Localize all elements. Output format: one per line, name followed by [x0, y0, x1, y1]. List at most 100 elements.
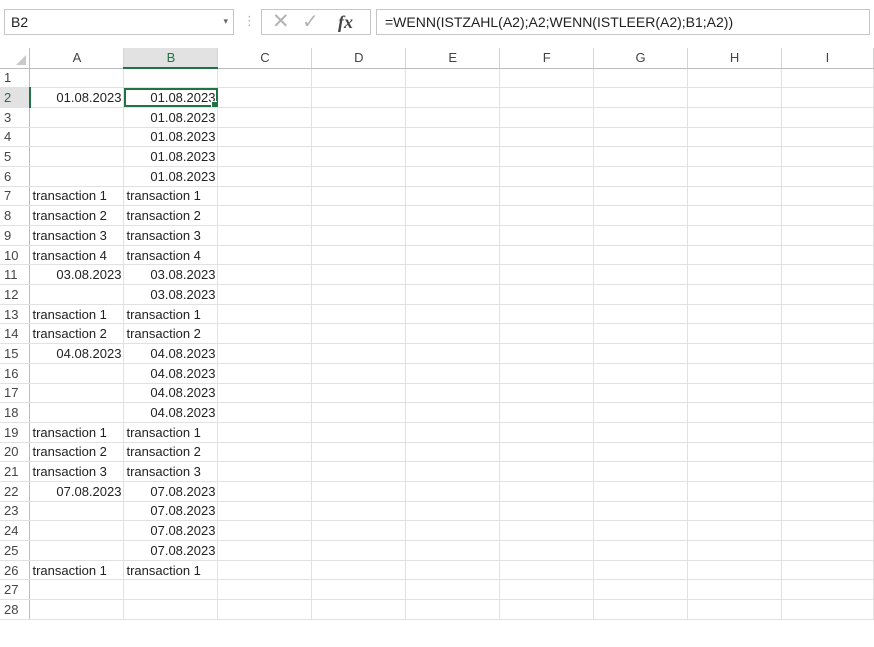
cell-c16[interactable] — [217, 363, 313, 384]
cell-g2[interactable] — [593, 87, 689, 108]
cell-d9[interactable] — [311, 225, 407, 246]
cell-d4[interactable] — [311, 127, 407, 148]
cell-e16[interactable] — [405, 363, 501, 384]
cell-e21[interactable] — [405, 461, 501, 482]
cell-g16[interactable] — [593, 363, 689, 384]
cell-d22[interactable] — [311, 481, 407, 502]
cell-g23[interactable] — [593, 501, 689, 522]
cell-b10[interactable]: transaction 4 — [123, 245, 219, 266]
row-header-1[interactable]: 1 — [0, 68, 31, 89]
cell-h26[interactable] — [687, 560, 782, 581]
cell-a22[interactable]: 07.08.2023 — [29, 481, 125, 502]
cell-g14[interactable] — [593, 323, 689, 345]
cell-g4[interactable] — [593, 127, 689, 148]
cell-h23[interactable] — [687, 501, 782, 522]
cell-b9[interactable]: transaction 3 — [123, 225, 219, 246]
cell-f28[interactable] — [499, 599, 595, 620]
cell-e12[interactable] — [405, 284, 501, 305]
cell-c9[interactable] — [217, 225, 313, 246]
cell-e19[interactable] — [405, 422, 501, 443]
cell-i1[interactable] — [781, 68, 874, 89]
cell-f17[interactable] — [499, 383, 595, 404]
cell-i25[interactable] — [781, 540, 874, 561]
cell-h11[interactable] — [687, 264, 782, 286]
cell-i21[interactable] — [781, 461, 874, 482]
cell-i17[interactable] — [781, 383, 874, 404]
cell-b28[interactable] — [123, 599, 219, 620]
cell-e14[interactable] — [405, 323, 501, 345]
cell-h21[interactable] — [687, 461, 782, 482]
cell-i20[interactable] — [781, 442, 874, 463]
cell-e4[interactable] — [405, 127, 501, 148]
cell-f7[interactable] — [499, 186, 595, 207]
cell-h6[interactable] — [687, 166, 782, 187]
cell-h20[interactable] — [687, 442, 782, 463]
cell-f16[interactable] — [499, 363, 595, 384]
cell-f18[interactable] — [499, 402, 595, 423]
row-header-11[interactable]: 11 — [0, 264, 31, 286]
cell-a24[interactable] — [29, 520, 125, 541]
cell-i14[interactable] — [781, 323, 874, 345]
cell-f9[interactable] — [499, 225, 595, 246]
cell-i22[interactable] — [781, 481, 874, 502]
cell-a2[interactable]: 01.08.2023 — [29, 87, 125, 108]
cell-d17[interactable] — [311, 383, 407, 404]
cell-g12[interactable] — [593, 284, 689, 305]
row-header-5[interactable]: 5 — [0, 146, 31, 167]
cell-d28[interactable] — [311, 599, 407, 620]
cell-i7[interactable] — [781, 186, 874, 207]
cell-h4[interactable] — [687, 127, 782, 148]
cell-i3[interactable] — [781, 107, 874, 128]
cell-h2[interactable] — [687, 87, 782, 108]
cell-c10[interactable] — [217, 245, 313, 266]
cell-d12[interactable] — [311, 284, 407, 305]
row-header-18[interactable]: 18 — [0, 402, 31, 423]
cell-i2[interactable] — [781, 87, 874, 108]
column-header-i[interactable]: I — [781, 48, 874, 69]
cell-d10[interactable] — [311, 245, 407, 266]
cell-d18[interactable] — [311, 402, 407, 423]
cell-b4[interactable]: 01.08.2023 — [123, 127, 219, 148]
cell-e25[interactable] — [405, 540, 501, 561]
cell-e8[interactable] — [405, 205, 501, 226]
cell-c6[interactable] — [217, 166, 313, 187]
cell-e6[interactable] — [405, 166, 501, 187]
cell-d7[interactable] — [311, 186, 407, 207]
cell-f4[interactable] — [499, 127, 595, 148]
cell-f1[interactable] — [499, 68, 595, 89]
cell-a14[interactable]: transaction 2 — [29, 323, 125, 345]
cell-b5[interactable]: 01.08.2023 — [123, 146, 219, 167]
cell-h9[interactable] — [687, 225, 782, 246]
cell-e26[interactable] — [405, 560, 501, 581]
row-header-22[interactable]: 22 — [0, 481, 31, 502]
cell-e9[interactable] — [405, 225, 501, 246]
cell-a9[interactable]: transaction 3 — [29, 225, 125, 246]
cell-b23[interactable]: 07.08.2023 — [123, 501, 219, 522]
cell-g22[interactable] — [593, 481, 689, 502]
cell-i15[interactable] — [781, 343, 874, 364]
cell-g24[interactable] — [593, 520, 689, 541]
cell-i23[interactable] — [781, 501, 874, 522]
cell-f23[interactable] — [499, 501, 595, 522]
cell-d1[interactable] — [311, 68, 407, 89]
row-header-26[interactable]: 26 — [0, 560, 31, 581]
row-header-8[interactable]: 8 — [0, 205, 31, 226]
cell-d14[interactable] — [311, 323, 407, 345]
cell-f24[interactable] — [499, 520, 595, 541]
cell-b24[interactable]: 07.08.2023 — [123, 520, 219, 541]
cell-i5[interactable] — [781, 146, 874, 167]
cell-f10[interactable] — [499, 245, 595, 266]
cell-e7[interactable] — [405, 186, 501, 207]
grip-icon[interactable]: ⋮ — [243, 13, 256, 29]
cell-h18[interactable] — [687, 402, 782, 423]
cell-e2[interactable] — [405, 87, 501, 108]
cell-h15[interactable] — [687, 343, 782, 364]
cell-h19[interactable] — [687, 422, 782, 443]
cell-e5[interactable] — [405, 146, 501, 167]
cell-g9[interactable] — [593, 225, 689, 246]
cell-c27[interactable] — [217, 579, 313, 601]
cell-e28[interactable] — [405, 599, 501, 620]
cell-g10[interactable] — [593, 245, 689, 266]
cell-g1[interactable] — [593, 68, 689, 89]
row-header-23[interactable]: 23 — [0, 501, 31, 522]
